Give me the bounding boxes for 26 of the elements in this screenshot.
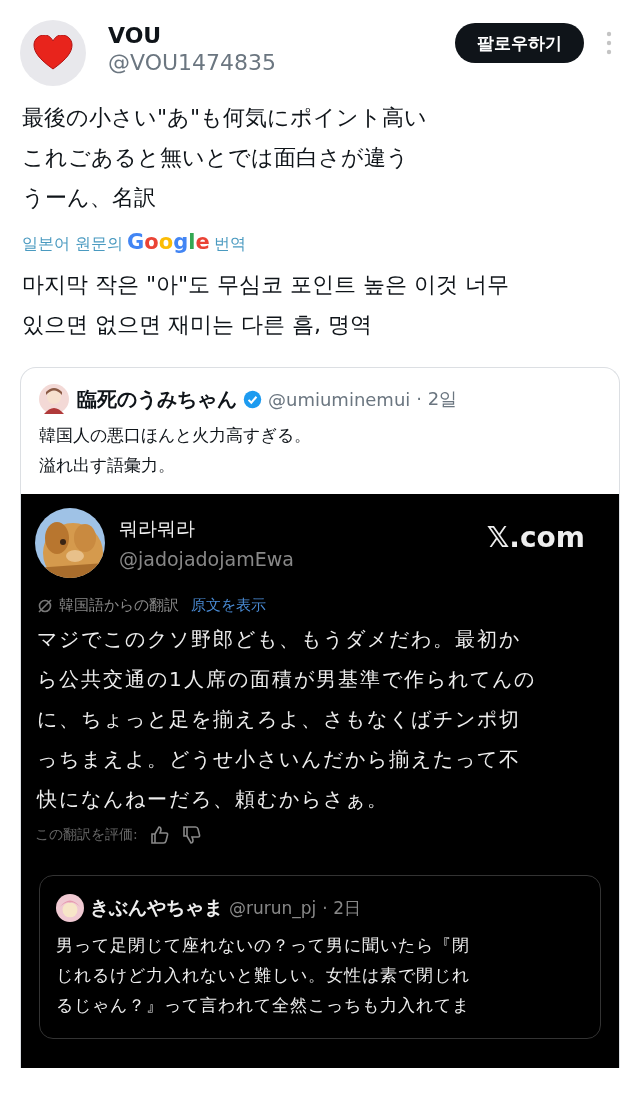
author-name[interactable]: VOU: [108, 23, 455, 48]
quote-text: 男って足閉じて座れないの？って男に聞いたら『閉 じれるけど力入れないと難しい。女性は素で閉じれ るじゃん？』って言われて全然こっちも力入れてま: [56, 934, 471, 1017]
quote-text: 韓国人の悪口ほんと火力高すぎる。 溢れ出す語彙力。: [39, 424, 312, 477]
quote-card[interactable]: [20, 367, 620, 1068]
translation-note[interactable]: 일본어 원문의 Google 번역: [22, 230, 246, 255]
author-handle[interactable]: @VOU1474835: [108, 50, 455, 75]
author-handle: @jadojadojamEwa: [119, 548, 295, 570]
translated-post-text: マジでこのクソ野郎ども、もうダメだわ。最初か ら公共交通の1人席の面積が男基準で作られてんの に、ちょっと足を揃えろよ、さもなくばチンポ切 っちまえよ。どうせ小さいんだから揃えたって不 快になんねーだろ、頼むからさぁ。: [37, 626, 537, 813]
follow-button[interactable]: 팔로우하기: [455, 23, 584, 63]
thumbs-up-icon[interactable]: [149, 825, 170, 845]
post-text: 最後の小さい"あ"も何気にポイント高い これごあると無いとでは面白さが違う うーん、名訳: [22, 104, 429, 212]
site-logo: 𝕏.com: [486, 520, 585, 554]
rate-label: この翻訳を評価:: [35, 826, 138, 844]
translate-icon: [37, 597, 53, 614]
quote-author-name: きぶんやちゃま: [90, 895, 223, 920]
show-original-link[interactable]: 原文を表示: [191, 596, 266, 615]
thumbs-down-icon[interactable]: [181, 825, 202, 845]
quote-author-handle: @rurun_pj: [229, 898, 317, 918]
post-time: · 2日: [322, 896, 361, 920]
translation-label: 韓国語からの翻訳: [59, 596, 179, 615]
translated-text: 마지막 작은 "아"도 무심코 포인트 높은 이것 너무 있으면 없으면 재미는 다른 흠, 명역: [22, 271, 511, 339]
quote-author-handle: @umiuminemui: [268, 388, 411, 410]
post-time: · 2일: [416, 387, 458, 411]
quote-author-name: 臨死のうみちゃん: [77, 385, 237, 413]
author-name: 뭐라뭐라: [119, 516, 196, 541]
heart-icon: [33, 35, 73, 71]
